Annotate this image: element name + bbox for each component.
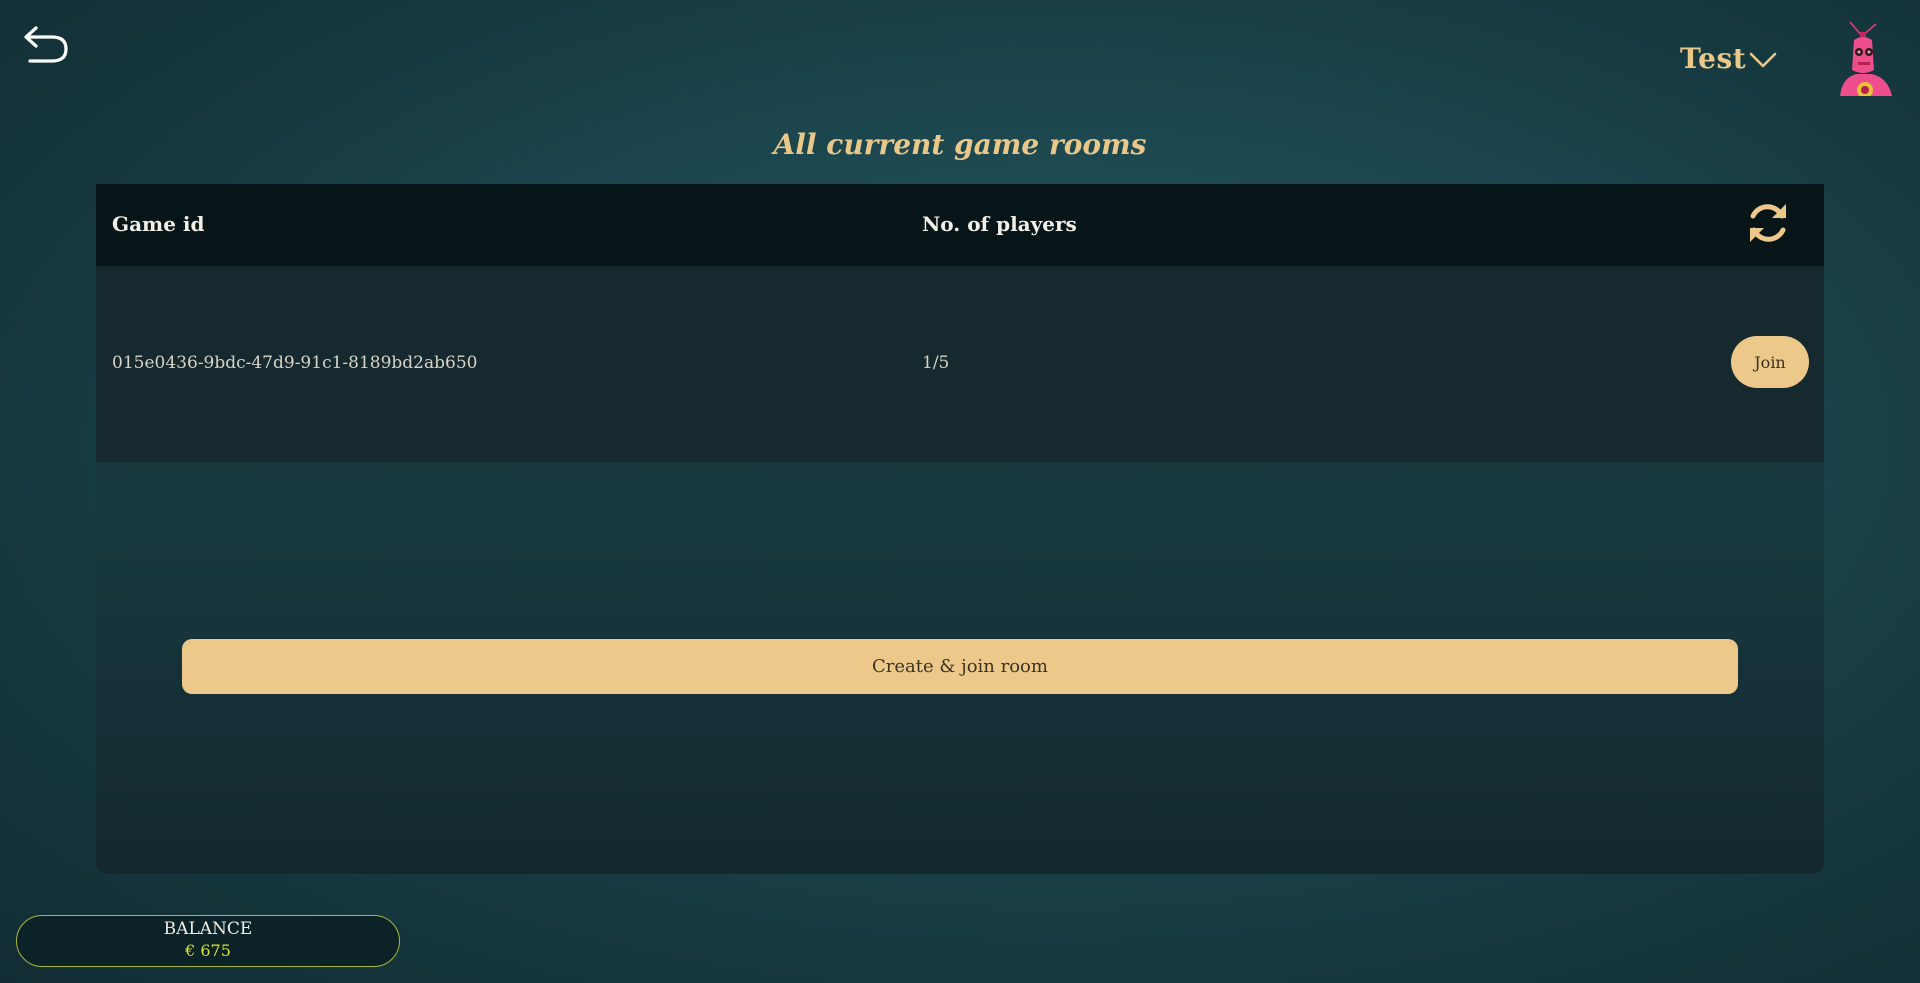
refresh-icon — [1750, 204, 1786, 242]
back-button[interactable] — [22, 24, 70, 66]
undo-arrow-icon — [24, 26, 68, 63]
join-button[interactable]: Join — [1731, 336, 1809, 388]
balance-label: BALANCE — [163, 919, 253, 939]
robot-avatar-icon — [1840, 21, 1892, 96]
refresh-button[interactable] — [1744, 198, 1792, 248]
page-title: All current game rooms — [773, 128, 1147, 161]
game-rooms-panel: Game id No. of players 015e0436-9bdc-47d… — [96, 184, 1824, 874]
user-menu[interactable]: Test — [1680, 38, 1778, 78]
column-header-game-id: Game id — [112, 212, 205, 236]
game-id-cell: 015e0436-9bdc-47d9-91c1-8189bd2ab650 — [112, 353, 478, 373]
balance-value: € 675 — [185, 941, 231, 960]
players-count-cell: 1/5 — [922, 353, 950, 373]
table-header: Game id No. of players — [96, 184, 1824, 266]
column-header-players: No. of players — [922, 212, 1077, 236]
table-row: 015e0436-9bdc-47d9-91c1-8189bd2ab650 1/5… — [96, 266, 1824, 462]
user-name: Test — [1680, 41, 1747, 75]
create-join-room-button[interactable]: Create & join room — [182, 639, 1738, 694]
avatar[interactable] — [1832, 18, 1898, 96]
balance-badge: BALANCE € 675 — [16, 915, 400, 967]
chevron-down-icon — [1749, 52, 1777, 68]
